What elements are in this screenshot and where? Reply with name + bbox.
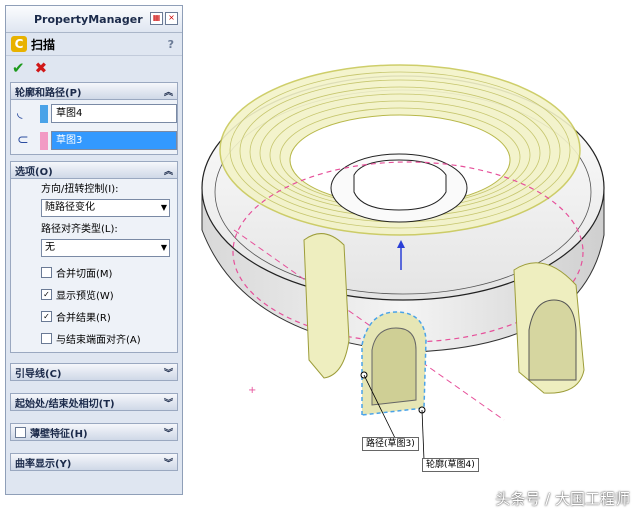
- profile-callout[interactable]: 轮廓(草图4): [422, 458, 479, 472]
- profile-selection-row: ◟ 草图4: [11, 100, 177, 127]
- path-color-swatch: [40, 131, 48, 150]
- path-selection-box[interactable]: 草图3: [51, 131, 177, 150]
- dropdown-arrow-icon: ▼: [160, 243, 167, 252]
- left-sweep-leg: [303, 233, 350, 379]
- profile-leader: [421, 409, 425, 461]
- right-leg-opening: [528, 299, 577, 381]
- expand-chevron-icon[interactable]: ︾: [164, 366, 173, 379]
- cancel-button[interactable]: ✖: [35, 59, 48, 77]
- collapse-chevron-icon[interactable]: ︽: [164, 85, 173, 98]
- close-panel-icon[interactable]: ×: [165, 12, 178, 25]
- options-group-title: 选项(O): [15, 166, 53, 178]
- checkbox-merge-tangent[interactable]: 合并切面(M): [11, 261, 177, 283]
- checkbox-label: 显示预览(W): [56, 290, 114, 302]
- property-manager-panel: PropertyManager ▦ × C 扫描 ? ✔ ✖ 轮廓和路径(P) …: [5, 5, 183, 495]
- checkbox-box[interactable]: ✓: [41, 310, 52, 322]
- expand-chevron-icon[interactable]: ︾: [164, 456, 173, 469]
- profile-path-group-body: ◟ 草图4 ⊂ 草图3: [10, 100, 178, 155]
- center-boss-slot: [353, 159, 447, 211]
- graphics-viewport[interactable]: + 路径(草图3) 轮廓(草图4): [184, 0, 640, 515]
- checkbox-label: 合并结果(R): [56, 312, 111, 324]
- origin-marker: +: [248, 385, 256, 396]
- profile-inner: [371, 327, 417, 406]
- orient-value: 随路径变化: [45, 202, 95, 213]
- help-button[interactable]: ?: [168, 38, 174, 51]
- profile-color-swatch: [40, 104, 48, 123]
- thin-feature-checkbox[interactable]: [15, 426, 26, 438]
- profile-icon: ◟: [17, 104, 23, 121]
- ok-button[interactable]: ✔: [12, 59, 25, 77]
- group-curvature-display[interactable]: 曲率显示(Y) ︾: [10, 453, 178, 471]
- path-align-combo[interactable]: 无 ▼: [41, 239, 170, 257]
- checkbox-box[interactable]: [41, 266, 52, 278]
- group-label: 薄壁特征(H): [30, 428, 88, 440]
- checkbox-label: 与结束端面对齐(A): [56, 334, 141, 346]
- expand-chevron-icon[interactable]: ︾: [164, 426, 173, 439]
- collapse-chevron-icon[interactable]: ︽: [164, 164, 173, 177]
- group-thin-feature[interactable]: 薄壁特征(H) ︾: [10, 423, 178, 441]
- group-label: 曲率显示(Y): [15, 458, 72, 470]
- group-start-end-tangency[interactable]: 起始处/结束处相切(T) ︾: [10, 393, 178, 411]
- options-group-body: 方向/扭转控制(I): 随路径变化 ▼ 路径对齐类型(L): 无 ▼ 合并切面(…: [10, 179, 178, 353]
- orient-label: 方向/扭转控制(I):: [41, 184, 119, 195]
- dropdown-arrow-icon: ▼: [160, 203, 167, 212]
- profile-path-group-header[interactable]: 轮廓和路径(P) ︽: [10, 82, 178, 100]
- path-icon: ⊂: [17, 131, 29, 148]
- group-guide-curves[interactable]: 引导线(C) ︾: [10, 363, 178, 381]
- checkbox-box[interactable]: [41, 332, 52, 344]
- path-selection-row: ⊂ 草图3: [11, 127, 177, 154]
- orient-combo[interactable]: 随路径变化 ▼: [41, 199, 170, 217]
- feature-name: 扫描: [31, 37, 56, 52]
- checkbox-show-preview[interactable]: ✓ 显示预览(W): [11, 283, 177, 305]
- options-group-header[interactable]: 选项(O) ︽: [10, 161, 178, 179]
- panel-titlebar: PropertyManager ▦ ×: [6, 6, 182, 33]
- path-callout[interactable]: 路径(草图3): [362, 437, 419, 451]
- profile-selection-box[interactable]: 草图4: [51, 104, 177, 123]
- checkbox-align-end-faces[interactable]: 与结束端面对齐(A): [11, 327, 177, 349]
- group-label: 引导线(C): [15, 368, 62, 380]
- profile-path-group-title: 轮廓和路径(P): [15, 87, 82, 99]
- path-align-value: 无: [45, 242, 55, 253]
- group-label: 起始处/结束处相切(T): [15, 398, 115, 410]
- checkbox-label: 合并切面(M): [56, 268, 113, 280]
- path-align-label: 路径对齐类型(L):: [41, 224, 118, 235]
- panel-title: PropertyManager: [34, 12, 143, 26]
- checkbox-box[interactable]: ✓: [41, 288, 52, 300]
- ok-cancel-bar: ✔ ✖: [6, 56, 182, 80]
- checkbox-merge-result[interactable]: ✓ 合并结果(R): [11, 305, 177, 327]
- expand-chevron-icon[interactable]: ︾: [164, 396, 173, 409]
- feature-header: C 扫描 ?: [6, 33, 182, 56]
- pin-icon[interactable]: ▦: [150, 12, 163, 25]
- sweep-feature-icon: C: [11, 36, 27, 52]
- watermark: 头条号 / 大国工程师: [495, 490, 630, 508]
